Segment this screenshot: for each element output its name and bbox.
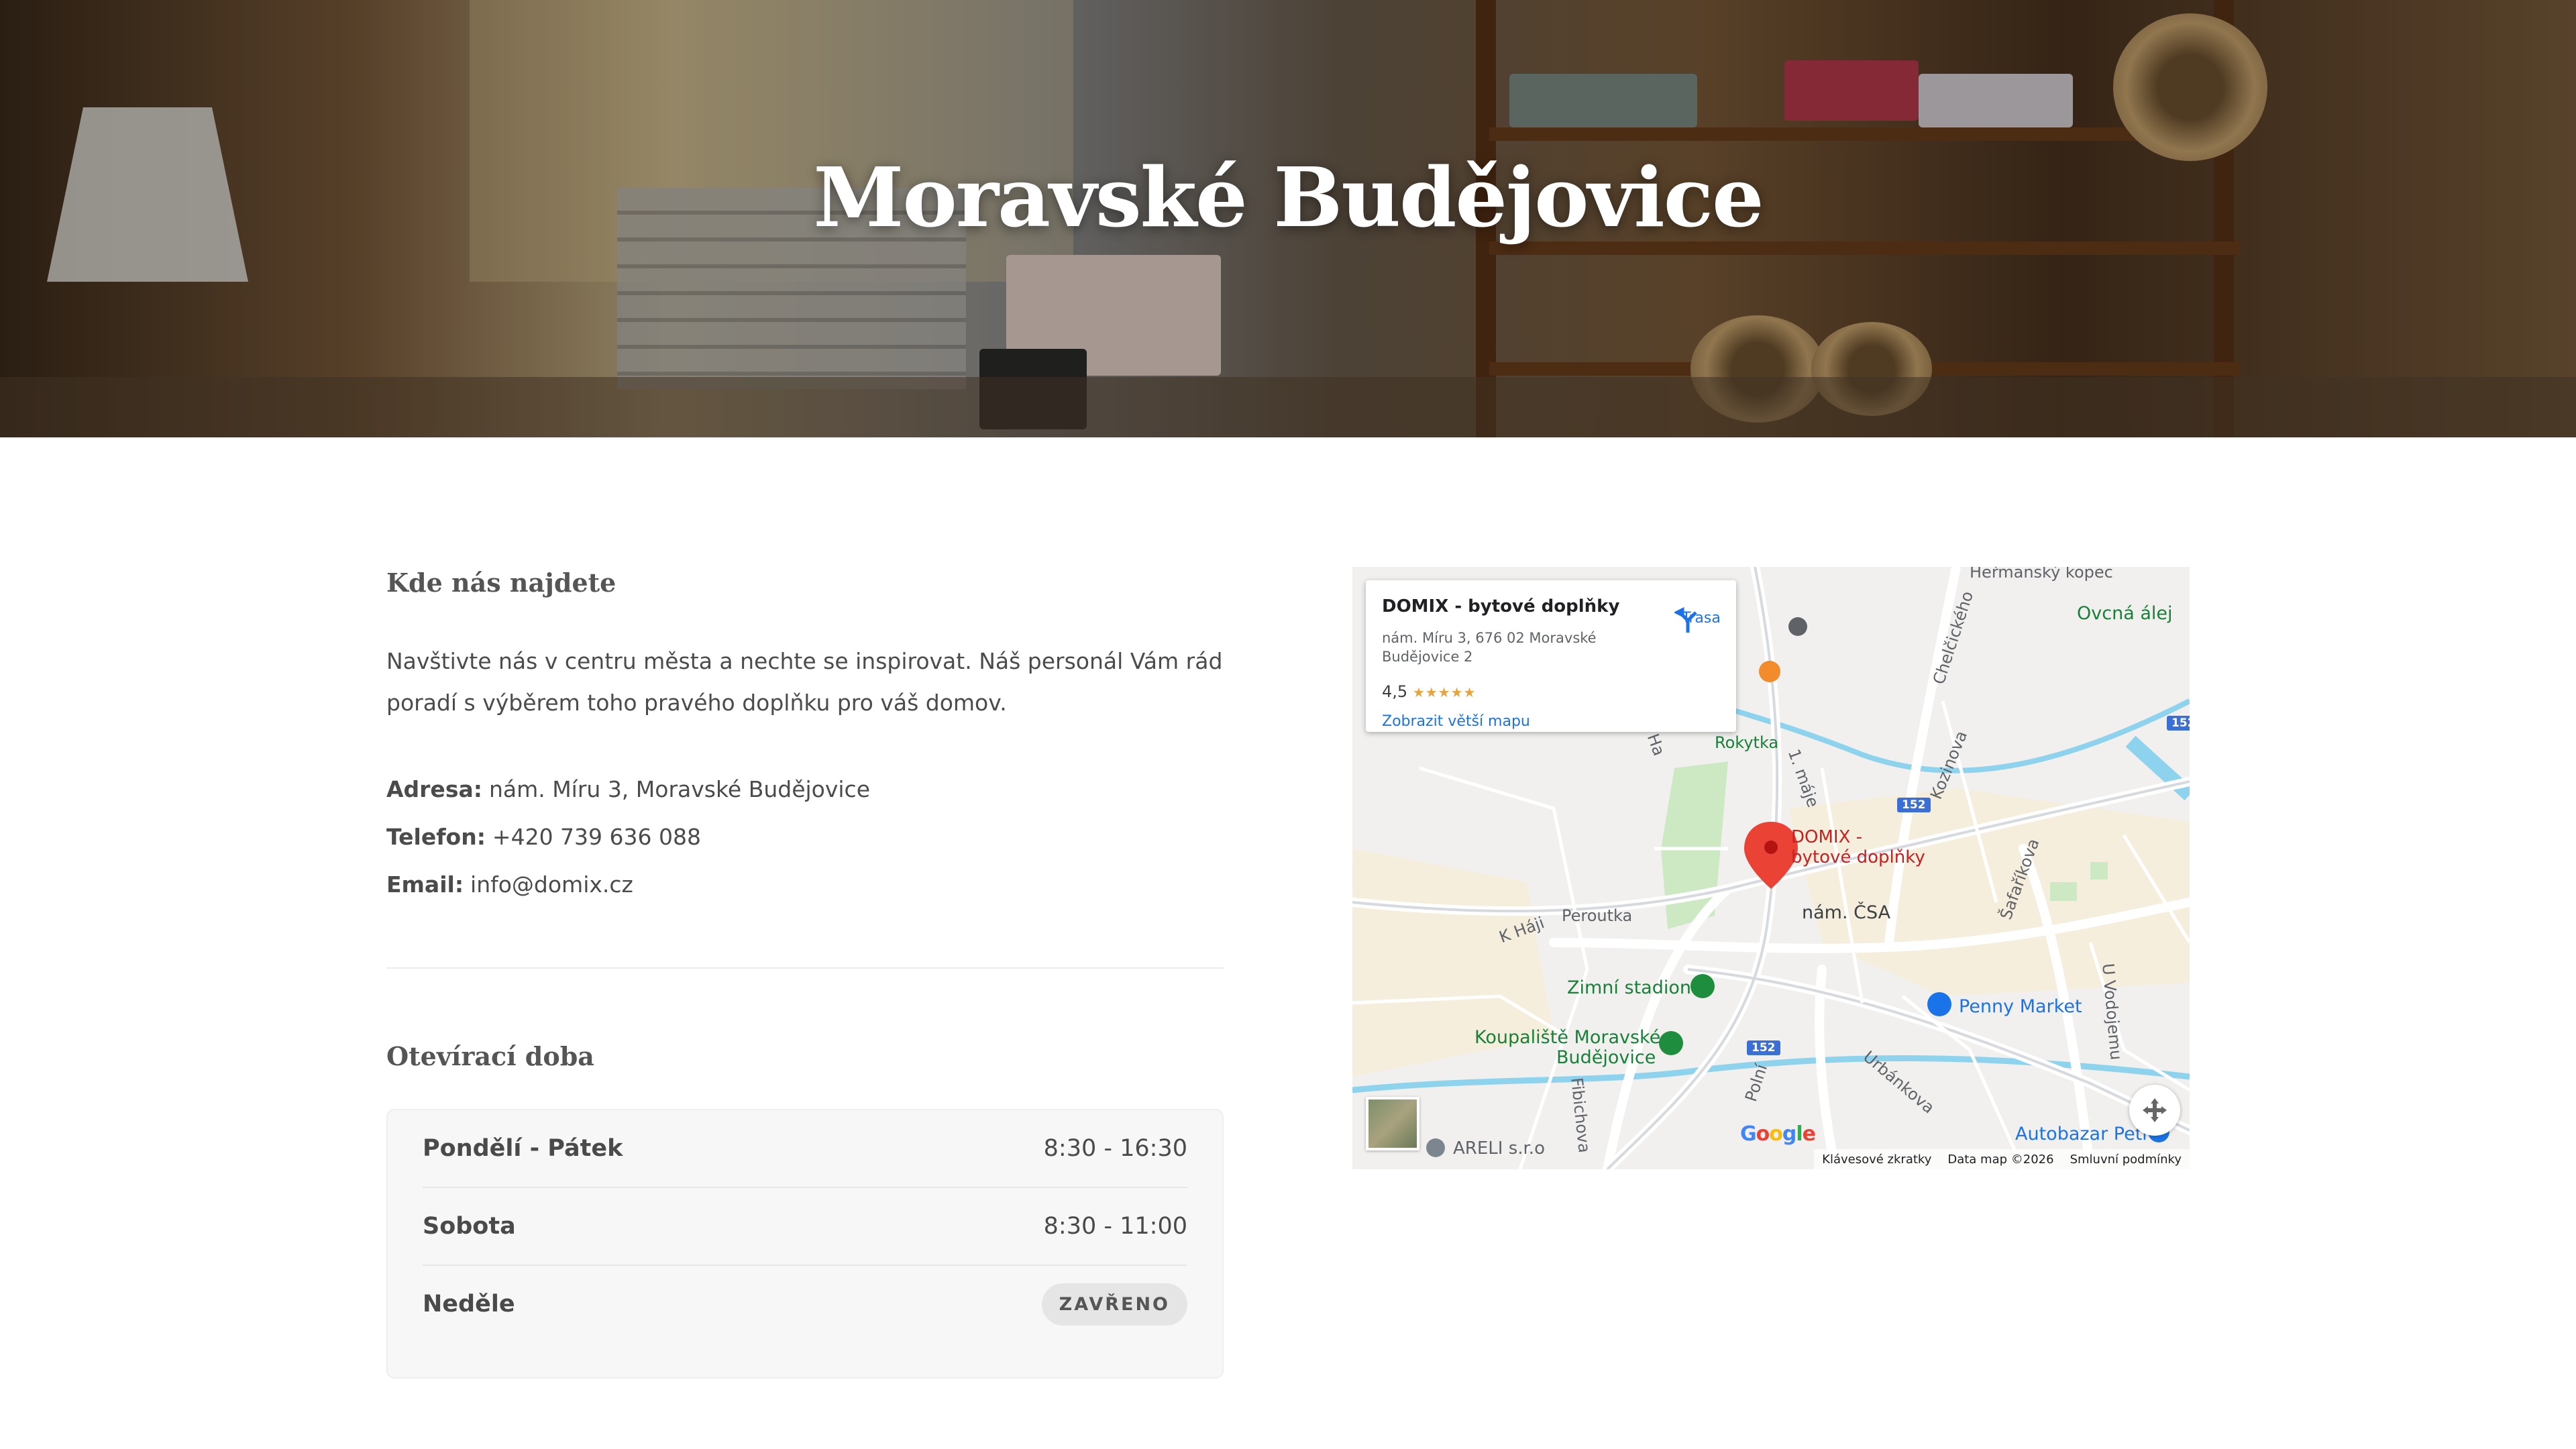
- fullscreen-icon: [2143, 1098, 2167, 1122]
- keyboard-shortcuts-link[interactable]: Klávesové zkratky: [1822, 1152, 1931, 1167]
- map-label: Koupaliště Moravské: [1474, 1027, 1661, 1048]
- road-number: 152: [1897, 798, 1931, 812]
- hours-day: Pondělí - Pátek: [423, 1135, 623, 1162]
- hours-day: Neděle: [423, 1291, 515, 1318]
- map-pin-label[interactable]: DOMIX - bytové doplňky: [1791, 827, 1925, 867]
- map-label: Peroutka: [1562, 906, 1633, 925]
- hours-heading: Otevírací doba: [386, 1041, 594, 1071]
- google-map[interactable]: Heřmanský kopec Ovcná álej Chelčického R…: [1352, 567, 2190, 1169]
- hours-time: 8:30 - 11:00: [1043, 1213, 1187, 1240]
- map-label: Zimní stadion: [1567, 977, 1691, 998]
- star-rating-icon: ★★★★★: [1412, 684, 1477, 700]
- directions-icon: [1674, 607, 1697, 633]
- directions-button[interactable]: Trasa: [1674, 607, 1728, 633]
- terms-link[interactable]: Smluvní podmínky: [2070, 1152, 2182, 1167]
- location-heading: Kde nás najdete: [386, 568, 616, 598]
- contact-phone: Telefon: +420 739 636 088: [386, 813, 1224, 861]
- hours-time: 8:30 - 16:30: [1043, 1135, 1187, 1162]
- hours-card: Pondělí - Pátek 8:30 - 16:30 Sobota 8:30…: [386, 1109, 1224, 1379]
- place-address: nám. Míru 3, 676 02 Moravské Budějovice …: [1382, 630, 1597, 665]
- map-label: Ovcná álej: [2077, 603, 2173, 624]
- contact-address: Adresa: nám. Míru 3, Moravské Budějovice: [386, 765, 1224, 813]
- rating-value: 4,5: [1382, 682, 1408, 701]
- map-label: Budějovice: [1556, 1047, 1656, 1068]
- location-intro: Navštivte nás v centru města a nechte se…: [386, 648, 1223, 716]
- place-rating: 4,5 ★★★★★: [1382, 682, 1476, 701]
- map-label: nám. ČSA: [1802, 902, 1891, 923]
- hours-row: Neděle ZAVŘENO: [423, 1266, 1187, 1342]
- map-data-credit: Data map ©2026: [1947, 1152, 2054, 1167]
- hours-row: Sobota 8:30 - 11:00: [423, 1188, 1187, 1266]
- contact-list: Adresa: nám. Míru 3, Moravské Budějovice…: [386, 765, 1224, 908]
- contact-value[interactable]: +420 739 636 088: [492, 824, 701, 850]
- contact-label: Telefon:: [386, 824, 486, 850]
- hours-day: Sobota: [423, 1213, 516, 1240]
- map-label: Rokytka: [1715, 733, 1779, 752]
- contact-label: Adresa:: [386, 776, 482, 802]
- closed-badge: ZAVŘENO: [1041, 1283, 1187, 1326]
- google-logo: Google: [1740, 1122, 1816, 1146]
- place-name: DOMIX - bytové doplňky: [1382, 596, 1620, 616]
- page-title: Moravské Budějovice: [813, 149, 1764, 246]
- hero-banner: Moravské Budějovice: [0, 0, 2576, 437]
- view-larger-map-link[interactable]: Zobrazit větší mapu: [1382, 713, 1530, 730]
- map-label: Penny Market: [1959, 996, 2082, 1017]
- map-label: ARELI s.r.o: [1453, 1138, 1545, 1159]
- road-number: 152: [2167, 716, 2190, 731]
- location-section: Kde nás najdete Navštivte nás v centru m…: [386, 568, 1224, 1379]
- map-label: Heřmanský kopec: [1970, 567, 2113, 582]
- satellite-toggle[interactable]: [1366, 1097, 1419, 1150]
- contact-value: nám. Míru 3, Moravské Budějovice: [488, 776, 870, 802]
- contact-label: Email:: [386, 871, 464, 898]
- contact-value[interactable]: info@domix.cz: [470, 871, 633, 898]
- map-footer: Klávesové zkratky Data map ©2026 Smluvní…: [1814, 1149, 2190, 1169]
- road-number: 152: [1747, 1040, 1780, 1055]
- map-info-card: DOMIX - bytové doplňky nám. Míru 3, 676 …: [1366, 580, 1736, 732]
- contact-email: Email: info@domix.cz: [386, 861, 1224, 908]
- fullscreen-button[interactable]: [2129, 1085, 2180, 1136]
- section-divider: [386, 967, 1224, 969]
- hours-row: Pondělí - Pátek 8:30 - 16:30: [423, 1110, 1187, 1188]
